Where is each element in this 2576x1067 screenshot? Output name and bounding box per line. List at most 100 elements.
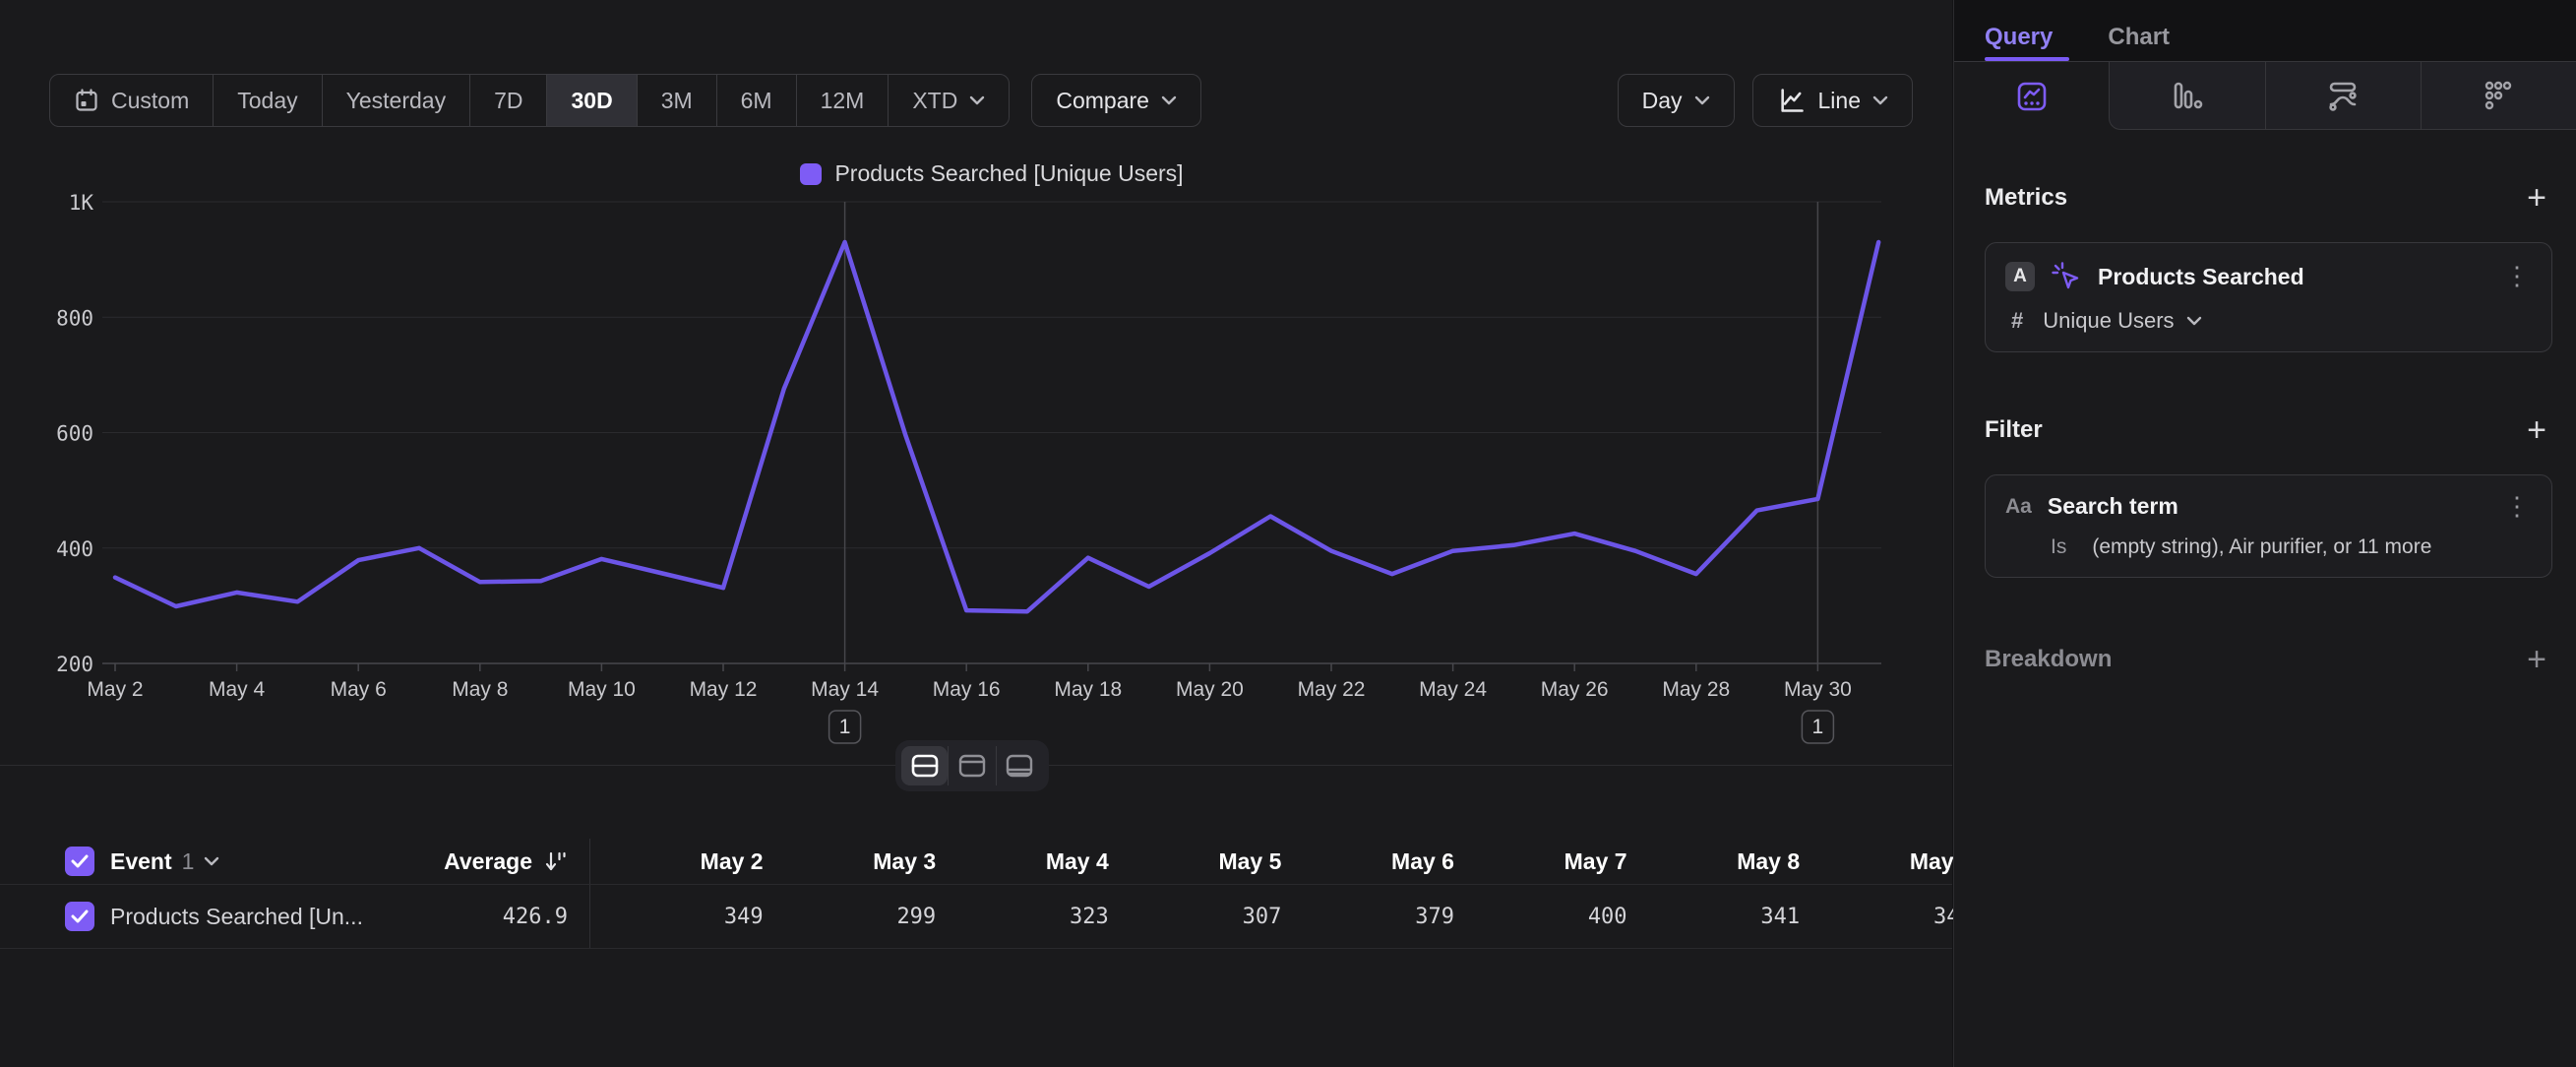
view-tab-insights[interactable]: [1954, 62, 2109, 130]
annotation-badge-label: 1: [839, 716, 851, 738]
filter-menu-icon[interactable]: ⋮: [2502, 495, 2532, 519]
date-value-cell: 323: [936, 905, 1109, 929]
x-tick-label: May 2: [87, 678, 143, 701]
date-value-cell: 379: [1281, 905, 1454, 929]
chart-svg: 2004006008001KMay 2May 4May 6May 8May 10…: [0, 138, 1952, 764]
active-tab-underline: [1985, 57, 2069, 61]
layout-table-button[interactable]: [996, 746, 1043, 785]
string-property-icon: Aa: [2005, 495, 2032, 519]
chart-type-label: Line: [1818, 88, 1861, 114]
average-label: Average: [444, 848, 532, 875]
date-column-header: May 6: [1281, 848, 1454, 875]
aggregation-dropdown[interactable]: Unique Users: [2043, 308, 2201, 334]
date-range-today[interactable]: Today: [213, 75, 321, 126]
filter-operator: Is: [2051, 535, 2066, 559]
date-column-header: May 9: [1800, 848, 1973, 875]
y-tick-label: 800: [56, 306, 93, 330]
date-column-header: May 5: [1109, 848, 1282, 875]
flows-icon: [2324, 78, 2361, 113]
date-range-7d[interactable]: 7D: [469, 75, 546, 126]
granularity-label: Day: [1642, 88, 1683, 114]
x-tick-label: May 14: [811, 678, 879, 701]
date-range-label: 12M: [821, 88, 865, 114]
date-column-header: May 8: [1627, 848, 1801, 875]
metric-menu-icon[interactable]: ⋮: [2502, 265, 2532, 288]
date-value-cell: 299: [764, 905, 937, 929]
date-value-cells: 349299323307379400341343: [589, 885, 1973, 948]
row-average-value: 426.9: [503, 905, 568, 929]
chart-area: 2004006008001KMay 2May 4May 6May 8May 10…: [0, 138, 1952, 764]
view-tab-flows[interactable]: [2265, 62, 2421, 130]
x-tick-label: May 24: [1419, 678, 1487, 701]
tab-chart[interactable]: Chart: [2108, 24, 2170, 51]
compare-button[interactable]: Compare: [1031, 74, 1201, 127]
date-range-6m[interactable]: 6M: [716, 75, 796, 126]
date-range-3m[interactable]: 3M: [637, 75, 716, 126]
breakdown-title: Breakdown: [1985, 646, 2112, 673]
date-range-30d[interactable]: 30D: [546, 75, 636, 126]
sort-icon[interactable]: [542, 848, 568, 874]
x-tick-label: May 20: [1176, 678, 1244, 701]
chart-type-button[interactable]: Line: [1752, 74, 1913, 127]
toolbar: CustomTodayYesterday 7D 30D 3M 6M 12M XTD Comp…: [49, 74, 1913, 127]
x-tick-label: May 6: [331, 678, 387, 701]
compare-label: Compare: [1056, 88, 1149, 114]
sidebar: Query Chart: [1953, 0, 2576, 1067]
chevron-down-icon: [1694, 95, 1710, 105]
date-range-xtd[interactable]: XTD: [888, 75, 1009, 126]
chevron-down-icon: [1161, 95, 1177, 105]
chevron-down-icon: [2186, 316, 2202, 326]
date-range-yesterday[interactable]: Yesterday: [322, 75, 469, 126]
x-tick-label: May 30: [1784, 678, 1852, 701]
row-event-name: Products Searched [Un...: [110, 904, 363, 930]
add-breakdown-button[interactable]: +: [2521, 643, 2552, 676]
date-column-header: May 4: [936, 848, 1109, 875]
row-checkbox[interactable]: [65, 902, 94, 931]
date-range-label: 3M: [661, 88, 693, 114]
date-value-cell: 343: [1800, 905, 1973, 929]
date-range-12m[interactable]: 12M: [796, 75, 889, 126]
x-tick-label: May 10: [568, 678, 636, 701]
view-tab-grid[interactable]: [2421, 62, 2576, 130]
x-tick-label: May 26: [1541, 678, 1609, 701]
date-value-cell: 349: [590, 905, 764, 929]
metric-letter-badge: A: [2005, 262, 2035, 291]
series-line: [115, 242, 1878, 611]
granularity-button[interactable]: Day: [1618, 74, 1735, 127]
x-tick-label: May 16: [933, 678, 1001, 701]
x-tick-label: May 12: [690, 678, 758, 701]
layout-chart-button[interactable]: [948, 746, 995, 785]
add-metric-button[interactable]: +: [2521, 181, 2552, 215]
results-table: Event 1 Average May 2May 3May 4May 5May …: [0, 839, 1952, 949]
date-value-cell: 400: [1454, 905, 1627, 929]
metrics-title: Metrics: [1985, 184, 2067, 212]
tab-query[interactable]: Query: [1985, 24, 2053, 51]
calendar-icon: [74, 88, 99, 113]
y-tick-label: 600: [56, 422, 93, 446]
filter-title: Filter: [1985, 416, 2043, 444]
date-column-header: May 3: [764, 848, 937, 875]
metric-card[interactable]: A Products Searched ⋮ # Unique Users: [1985, 242, 2552, 352]
layout-split-button[interactable]: [901, 746, 948, 785]
date-range-custom[interactable]: Custom: [50, 75, 213, 126]
aggregation-type-icon: #: [2011, 308, 2023, 334]
date-value-cell: 341: [1627, 905, 1801, 929]
y-tick-label: 400: [56, 537, 93, 561]
y-tick-label: 1K: [69, 191, 94, 215]
date-column-header: May 2: [590, 848, 764, 875]
date-range-label: 7D: [494, 88, 522, 114]
date-range-label: 6M: [741, 88, 772, 114]
x-tick-label: May 22: [1298, 678, 1366, 701]
main-panel: CustomTodayYesterday 7D 30D 3M 6M 12M XTD Comp…: [0, 0, 1952, 1067]
date-header-cells: May 2May 3May 4May 5May 6May 7May 8May 9: [589, 839, 1973, 884]
filter-card[interactable]: Aa Search term ⋮ Is (empty string), Air …: [1985, 474, 2552, 578]
filter-section: Filter + Aa Search term ⋮ Is (empty stri…: [1954, 413, 2576, 578]
date-range-label: XTD: [912, 88, 957, 114]
x-tick-label: May 28: [1662, 678, 1730, 701]
view-tab-bars[interactable]: [2109, 62, 2264, 130]
insights-chart-icon: [2014, 79, 2050, 114]
select-all-checkbox[interactable]: [65, 847, 94, 876]
add-filter-button[interactable]: +: [2521, 413, 2552, 447]
x-tick-label: May 8: [452, 678, 508, 701]
event-column-header[interactable]: Event 1: [110, 848, 415, 875]
